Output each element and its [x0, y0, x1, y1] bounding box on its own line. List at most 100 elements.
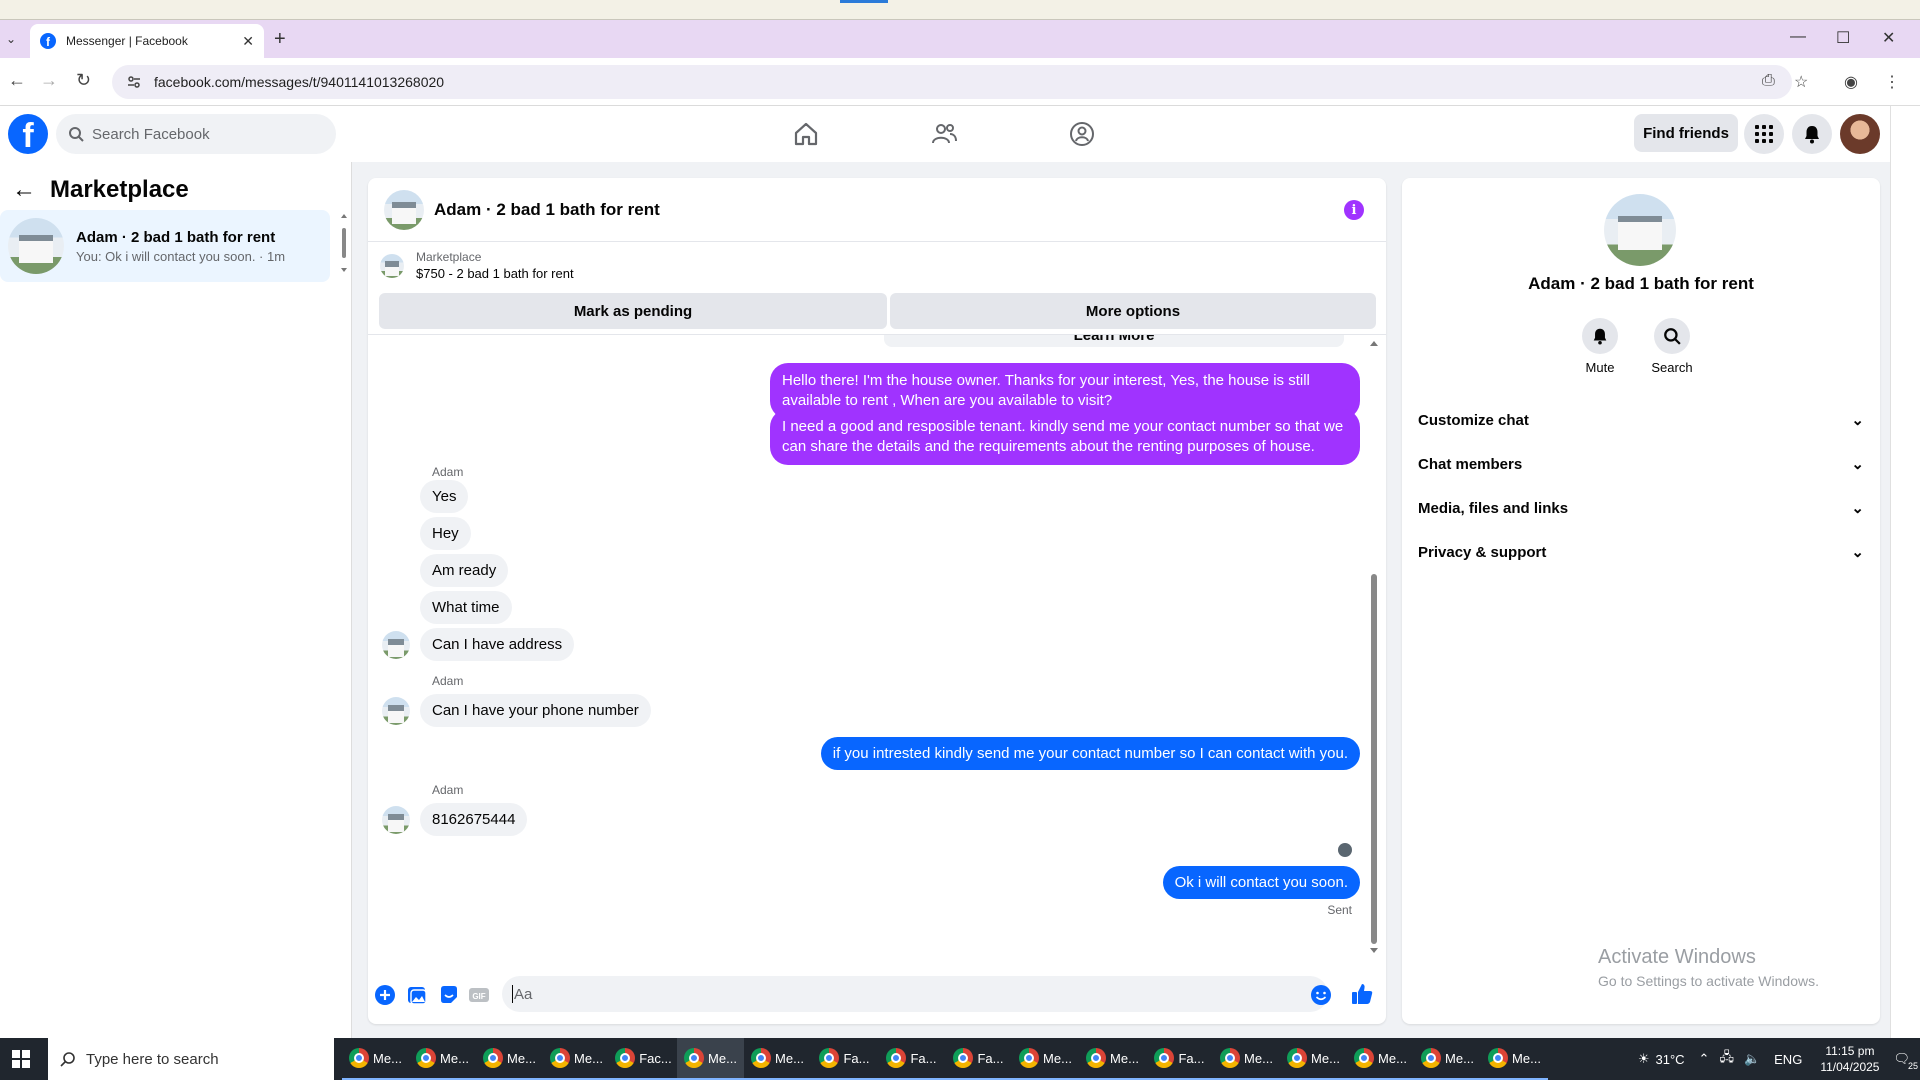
chrome-icon [1220, 1048, 1241, 1068]
taskbar-app-button[interactable]: Me... [677, 1038, 744, 1080]
language-indicator[interactable]: ENG [1774, 1052, 1802, 1067]
taskbar-app-button[interactable]: Fa... [945, 1038, 1012, 1080]
browser-tab-messenger[interactable]: f Messenger | Facebook ✕ [30, 24, 264, 58]
taskbar-search-placeholder: Type here to search [86, 1050, 219, 1068]
outgoing-message: I need a good and resposible tenant. kin… [770, 409, 1360, 465]
info-icon[interactable]: i [1344, 200, 1364, 220]
sender-avatar[interactable] [382, 631, 410, 659]
taskbar-search-input[interactable]: Type here to search [48, 1038, 334, 1080]
taskbar-app-button[interactable]: Fa... [811, 1038, 878, 1080]
taskbar-app-button[interactable]: Me... [543, 1038, 610, 1080]
profile-avatar[interactable] [1604, 194, 1676, 266]
notification-center-icon[interactable]: 🗨 25 [1893, 1051, 1918, 1071]
taskbar-app-button[interactable]: Me... [342, 1038, 409, 1080]
reload-icon[interactable]: ↻ [76, 70, 91, 91]
sticker-icon[interactable] [438, 984, 460, 1006]
search-label: Search [1651, 360, 1693, 375]
close-tab-icon[interactable]: ✕ [242, 33, 254, 50]
taskbar-app-button[interactable]: Me... [1414, 1038, 1481, 1080]
customize-chat-section[interactable]: Customize chat ⌄ [1418, 402, 1864, 438]
close-window-icon[interactable]: ✕ [1882, 28, 1895, 48]
bell-icon [1805, 126, 1819, 144]
taskbar-app-button[interactable]: Me... [1280, 1038, 1347, 1080]
windows-start-icon[interactable] [12, 1050, 30, 1068]
profile-icon[interactable]: ◉ [1844, 72, 1858, 92]
tab-title: Messenger | Facebook [66, 34, 188, 48]
taskbar-app-button[interactable]: Fac... [610, 1038, 677, 1080]
taskbar-app-button[interactable]: Me... [1347, 1038, 1414, 1080]
marketplace-listing-banner[interactable]: Marketplace $750 - 2 bad 1 bath for rent [380, 250, 574, 281]
taskbar-app-button[interactable]: Me... [1481, 1038, 1548, 1080]
facebook-logo[interactable]: f [8, 114, 48, 154]
plus-icon[interactable] [374, 984, 396, 1006]
taskbar-app-button[interactable]: Me... [744, 1038, 811, 1080]
listing-price-title: $750 - 2 bad 1 bath for rent [416, 266, 574, 281]
emoji-icon[interactable] [1310, 984, 1332, 1006]
learn-more-button[interactable]: Learn More [884, 335, 1344, 347]
mute-button[interactable]: Mute [1570, 318, 1630, 375]
clock[interactable]: 11:15 pm 11/04/2025 [1806, 1043, 1893, 1075]
taskbar-app-button[interactable]: Me... [1079, 1038, 1146, 1080]
media-files-links-section[interactable]: Media, files and links ⌄ [1418, 490, 1864, 526]
network-icon[interactable]: 🖧 [1719, 1048, 1734, 1070]
taskbar-app-button[interactable]: Fa... [878, 1038, 945, 1080]
back-icon[interactable]: ← [8, 70, 26, 91]
weather-icon[interactable]: ☀ [1638, 1051, 1650, 1067]
chrome-icon [1154, 1048, 1175, 1068]
chrome-icon [1019, 1048, 1040, 1068]
browser-scrollbar[interactable] [1890, 106, 1920, 1038]
chevron-down-icon: ⌄ [1851, 544, 1864, 561]
message-placeholder: Aa [514, 985, 533, 1003]
maximize-icon[interactable]: ☐ [1836, 28, 1850, 48]
sidebar-scrollbar[interactable] [340, 212, 348, 274]
forward-icon[interactable]: → [40, 70, 58, 91]
section-label: Privacy & support [1418, 543, 1547, 561]
account-avatar[interactable] [1840, 114, 1880, 154]
back-arrow-icon[interactable]: ← [12, 176, 36, 204]
groups-icon[interactable] [1068, 120, 1096, 148]
gif-icon[interactable]: GIF [468, 984, 490, 1006]
show-hidden-icons-icon[interactable]: ⌃ [1699, 1051, 1710, 1067]
outgoing-message: Ok i will contact you soon. [1162, 866, 1360, 899]
browser-menu-icon[interactable]: ⋮ [1884, 72, 1900, 92]
privacy-support-section[interactable]: Privacy & support ⌄ [1418, 534, 1864, 570]
sidebar-header: ← Marketplace [12, 176, 189, 204]
thumbs-up-icon[interactable] [1350, 982, 1374, 1006]
friends-icon[interactable] [930, 120, 958, 148]
chat-avatar[interactable] [384, 189, 424, 230]
mark-as-pending-button[interactable]: Mark as pending [379, 293, 887, 329]
taskbar-app-button[interactable]: Me... [1213, 1038, 1280, 1080]
message-input[interactable]: Aa [502, 976, 1328, 1012]
find-friends-button[interactable]: Find friends [1634, 114, 1738, 152]
taskbar-app-button[interactable]: Me... [1012, 1038, 1079, 1080]
volume-icon[interactable]: 🔈 [1744, 1051, 1760, 1067]
chevron-down-icon: ⌄ [1851, 456, 1864, 473]
minimize-icon[interactable]: — [1790, 28, 1806, 46]
more-options-button[interactable]: More options [890, 293, 1376, 329]
search-in-conversation-button[interactable]: Search [1642, 318, 1702, 375]
taskbar-app-label: Me... [1445, 1050, 1474, 1066]
taskbar-app-button[interactable]: Me... [476, 1038, 543, 1080]
photo-icon[interactable] [406, 984, 428, 1006]
facebook-search-input[interactable]: Search Facebook [56, 114, 336, 154]
site-info-icon[interactable] [126, 74, 142, 90]
sender-avatar[interactable] [382, 697, 410, 725]
menu-grid-button[interactable] [1744, 114, 1784, 154]
taskbar-app-button[interactable]: Me... [409, 1038, 476, 1080]
chat-scrollbar[interactable] [1368, 338, 1380, 958]
conversation-list-item[interactable]: Adam · 2 bad 1 bath for rent You: Ok i w… [0, 210, 330, 282]
notifications-button[interactable] [1792, 114, 1832, 154]
sender-avatar[interactable] [382, 806, 410, 834]
temperature[interactable]: 31°C [1656, 1052, 1685, 1067]
incoming-message: What time [420, 591, 512, 624]
install-app-icon[interactable]: ⎙ [1762, 72, 1775, 90]
bookmark-star-icon[interactable]: ☆ [1794, 72, 1808, 92]
chat-members-section[interactable]: Chat members ⌄ [1418, 446, 1864, 482]
chat-title[interactable]: Adam · 2 bad 1 bath for rent [434, 200, 660, 220]
new-tab-icon[interactable]: + [274, 28, 286, 51]
taskbar-app-button[interactable]: Fa... [1146, 1038, 1213, 1080]
address-bar[interactable]: facebook.com/messages/t/9401141013268020 [112, 65, 1792, 99]
activate-windows-watermark: Activate Windows Go to Settings to activ… [1598, 946, 1819, 989]
tab-search-chevron-icon[interactable]: ⌄ [6, 32, 16, 46]
home-icon[interactable] [792, 120, 820, 148]
